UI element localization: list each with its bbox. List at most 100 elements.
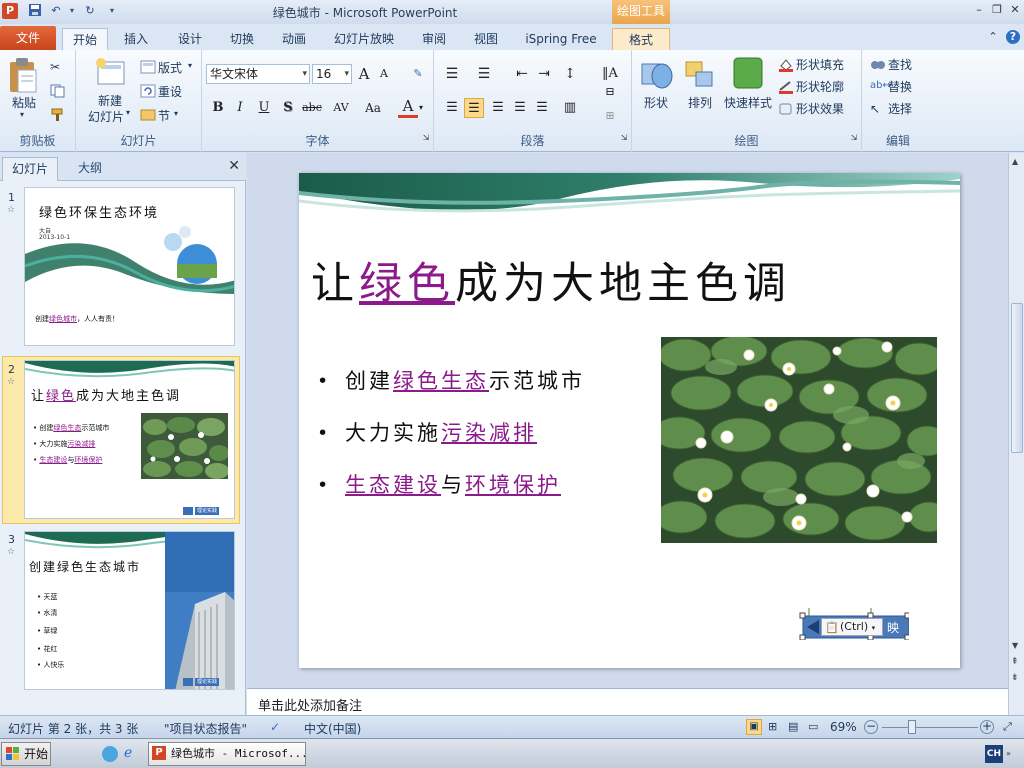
shapes-icon[interactable] (640, 58, 674, 92)
help-icon[interactable]: ? (1006, 30, 1020, 44)
quick-styles-icon[interactable] (732, 56, 764, 92)
tab-file[interactable]: 文件 (0, 26, 56, 50)
slide-title[interactable]: 让绿色成为大地主色调 (311, 249, 791, 311)
start-button[interactable]: 开始 (1, 742, 51, 766)
reset-button[interactable]: 重设 (158, 83, 182, 100)
slide-bullet-list[interactable]: • 创建绿色生态示范城市 • 大力实施污染减排 • 生态建设与环境保护 (317, 366, 585, 522)
internet-explorer-icon[interactable]: ℯ (124, 745, 132, 761)
align-center-icon[interactable]: ☰ (464, 98, 484, 118)
zoom-out-icon[interactable]: − (864, 720, 878, 734)
paste-button[interactable]: 粘贴 (12, 94, 36, 111)
font-name-box[interactable]: 华文宋体 ▾ (206, 64, 310, 84)
copy-icon[interactable] (50, 84, 66, 98)
arrange-button[interactable]: 排列 (688, 94, 712, 111)
tab-review[interactable]: 审阅 (414, 28, 454, 50)
decrease-indent-icon[interactable]: ⇤ (512, 64, 532, 84)
minimize-icon[interactable]: – (972, 3, 986, 17)
new-slide-dropdown-icon[interactable]: ▾ (126, 108, 130, 117)
tab-transitions[interactable]: 切换 (222, 28, 262, 50)
paragraph-dialog-launcher-icon[interactable]: ⇲ (618, 132, 630, 144)
justify-icon[interactable]: ☰ (510, 98, 530, 118)
paste-options-button[interactable]: 📋 (Ctrl) ▾ (821, 618, 883, 636)
zoom-slider-track[interactable] (882, 727, 978, 728)
tab-outline[interactable]: 大纲 (64, 157, 116, 181)
reading-view-icon[interactable]: ▤ (788, 720, 798, 733)
shape-outline-icon[interactable] (778, 80, 794, 94)
current-slide[interactable]: 让绿色成为大地主色调 • 创建绿色生态示范城市 • 大力实施污染减排 • 生态建设与环… (299, 173, 960, 668)
tab-view[interactable]: 视图 (466, 28, 506, 50)
replace-button[interactable]: 替换 (888, 78, 912, 95)
italic-button[interactable]: I (230, 98, 250, 118)
bullets-icon[interactable]: ☰ (442, 64, 462, 84)
shape-effects-icon[interactable] (778, 102, 794, 116)
scroll-up-icon[interactable]: ▲ (1012, 157, 1018, 166)
slideshow-view-icon[interactable]: ▭ (808, 720, 818, 733)
format-painter-icon[interactable] (50, 108, 66, 122)
font-color-dropdown-icon[interactable]: ▾ (416, 98, 426, 118)
font-dialog-launcher-icon[interactable]: ⇲ (420, 132, 432, 144)
shapes-button[interactable]: 形状 (644, 94, 668, 111)
bold-button[interactable]: B (208, 98, 228, 118)
section-dropdown-icon[interactable]: ▾ (174, 109, 178, 118)
spell-check-icon[interactable]: ✓ (270, 720, 280, 734)
new-slide-button[interactable]: 新建 (98, 92, 122, 109)
shadow-button[interactable]: S (278, 98, 298, 118)
change-case-button[interactable]: Aa (360, 98, 386, 118)
tab-slides[interactable]: 幻灯片 (2, 157, 58, 181)
minimize-ribbon-icon[interactable]: ⌃ (986, 30, 1000, 44)
previous-slide-icon[interactable]: ⇞ (1011, 657, 1019, 667)
layout-icon[interactable] (140, 60, 156, 74)
scrollbar-thumb[interactable] (1011, 303, 1023, 453)
shape-fill-icon[interactable] (778, 58, 794, 72)
close-panel-icon[interactable]: ✕ (228, 158, 240, 174)
vertical-scrollbar[interactable]: ▲ ▼ ⇞ ⇟ (1008, 153, 1024, 715)
reset-icon[interactable] (140, 84, 156, 98)
zoom-level[interactable]: 69% (830, 720, 857, 734)
section-button[interactable]: 节 (158, 107, 170, 124)
water-lily-photo[interactable] (661, 337, 937, 543)
new-slide-label-2[interactable]: 幻灯片 (88, 108, 124, 125)
language-indicator[interactable]: 中文(中国) (304, 720, 361, 737)
ime-indicator[interactable]: CH (985, 745, 1003, 763)
tab-design[interactable]: 设计 (170, 28, 210, 50)
zoom-in-icon[interactable]: + (980, 720, 994, 734)
find-icon[interactable] (870, 58, 886, 72)
tab-format[interactable]: 格式 (612, 28, 670, 50)
section-icon[interactable] (140, 108, 156, 122)
find-button[interactable]: 查找 (888, 56, 912, 73)
shape-effects-button[interactable]: 形状效果 (796, 100, 844, 117)
slide-thumbnail-3[interactable]: 创建绿色生态城市 • 天蓝 • 水清 • 草绿 • 花红 • 人快乐 理论实践 (24, 531, 235, 690)
slide-sorter-view-icon[interactable]: ⊞ (768, 720, 777, 733)
notes-placeholder[interactable]: 单击此处添加备注 (258, 695, 362, 714)
selected-action-button[interactable]: 📋 (Ctrl) ▾ 映 (797, 608, 909, 640)
drawing-dialog-launcher-icon[interactable]: ⇲ (848, 132, 860, 144)
cut-icon[interactable]: ✂ (50, 60, 66, 74)
tab-home[interactable]: 开始 (62, 28, 108, 50)
zoom-slider-thumb[interactable] (908, 720, 916, 734)
text-direction-icon[interactable]: ‖A (600, 64, 620, 84)
quick-styles-button[interactable]: 快速样式 (724, 94, 772, 111)
paste-icon[interactable] (6, 56, 40, 96)
tab-insert[interactable]: 插入 (116, 28, 156, 50)
columns-icon[interactable]: ▥ (560, 98, 580, 118)
increase-indent-icon[interactable]: ⇥ (534, 64, 554, 84)
numbering-icon[interactable]: ☰ (474, 64, 494, 84)
char-spacing-button[interactable]: AV (328, 98, 354, 118)
select-icon[interactable]: ↖ (870, 102, 886, 116)
fit-to-window-icon[interactable]: ⤢ (1003, 720, 1012, 734)
notes-pane[interactable]: 单击此处添加备注 (247, 688, 1008, 715)
font-color-button[interactable]: A (398, 96, 418, 118)
tab-ispring[interactable]: iSpring Free (520, 28, 602, 50)
layout-button[interactable]: 版式 (158, 59, 182, 76)
close-icon[interactable]: ✕ (1008, 3, 1022, 17)
clear-formatting-icon[interactable]: ✎ (408, 64, 428, 84)
shape-fill-button[interactable]: 形状填充 (796, 56, 844, 73)
replace-icon[interactable]: ab↔ (870, 80, 891, 94)
arrange-icon[interactable] (684, 58, 716, 92)
select-button[interactable]: 选择 (888, 100, 912, 117)
slide-thumbnail-2[interactable]: 让绿色成为大地主色调 • 创建绿色生态示范城市 • 大力实施污染减排 • 生态建… (24, 360, 235, 519)
shrink-font-button[interactable]: A (374, 64, 394, 84)
underline-button[interactable]: U (254, 98, 274, 118)
new-slide-icon[interactable] (92, 56, 128, 90)
tab-slideshow[interactable]: 幻灯片放映 (328, 28, 400, 50)
